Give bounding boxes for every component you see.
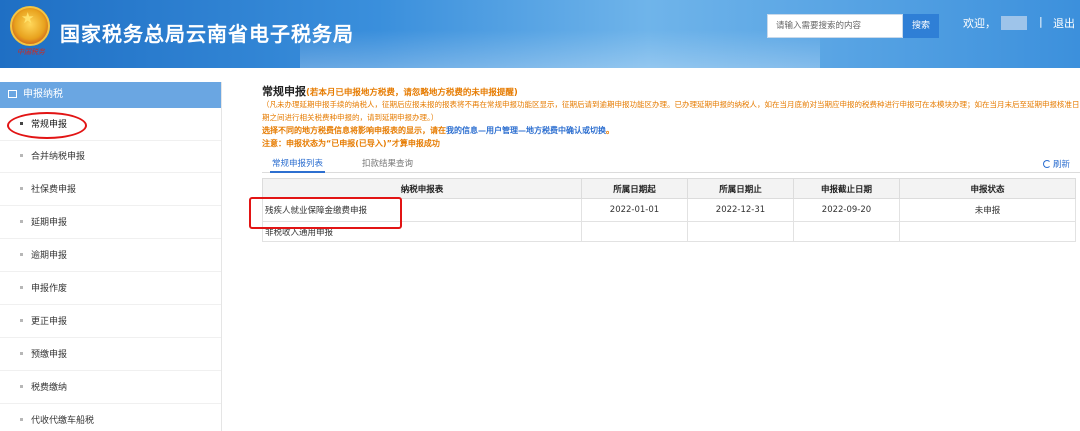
tab-regular-filing-list[interactable]: 常规申报列表 [270,155,326,173]
local-tax-notice-end: 。 [606,126,614,135]
refresh-icon [1043,160,1051,168]
sidebar-item-label: 逾期申报 [31,251,68,261]
sidebar-item-label: 税费缴纳 [31,383,68,393]
sidebar-item-void-filing[interactable]: 申报作废 [0,273,221,305]
sidebar-item-prepayment-filing[interactable]: 预缴申报 [0,339,221,371]
sidebar-item-social-security[interactable]: 社保费申报 [0,174,221,206]
search-button[interactable]: 搜索 [903,14,939,38]
sidebar-item-label: 申报作废 [31,284,68,294]
bullet-icon [20,286,23,289]
search-input[interactable]: 请输入需要搜索的内容 [767,14,903,38]
local-tax-notice-text: 选择不同的地方税费信息将影响申报表的显示，请在 [262,126,446,135]
period-end-cell: 2022-12-31 [687,198,794,222]
page-title: 常规申报(若本月已申报地方税费，请忽略地方税费的未申报提醒) [262,83,518,99]
status-cell: 未申报 [899,198,1076,222]
annotation-rectangle [249,197,402,229]
sidebar-item-overdue-filing[interactable]: 逾期申报 [0,240,221,272]
site-title[interactable]: 国家税务总局云南省电子税务局 [60,18,354,47]
bullet-icon [20,418,23,421]
logout-link[interactable]: 退出 [1053,15,1075,31]
header-separator: | [1039,15,1043,28]
sidebar-item-combined-filing[interactable]: 合并纳税申报 [0,141,221,173]
user-management-link[interactable]: 我的信息—用户管理—地方税费中确认或切换 [446,126,606,135]
status-cell [899,221,1076,242]
bullet-icon [20,154,23,157]
sidebar-item-tax-payment[interactable]: 税费缴纳 [0,372,221,404]
sidebar-item-label: 社保费申报 [31,185,77,195]
sidebar-item-label: 合并纳税申报 [31,152,86,162]
bullet-icon [20,187,23,190]
header-skyline-decoration [300,30,820,68]
bullet-icon [20,385,23,388]
page-title-hint: (若本月已申报地方税费，请忽略地方税费的未申报提醒) [306,88,518,98]
username-redacted [1001,16,1027,30]
sidebar-section-label: 申报纳税 [23,89,63,100]
bullet-icon [20,253,23,256]
sidebar-section-header[interactable]: 申报纳税 [0,82,221,108]
tab-bar: 常规申报列表 扣款结果查询 [262,155,1080,173]
site-header: ★ 中国税务 国家税务总局云南省电子税务局 请输入需要搜索的内容 搜索 欢迎， … [0,0,1080,68]
period-end-cell [687,221,794,242]
refresh-button[interactable]: 刷新 [1043,158,1070,170]
table-header-row: 纳税申报表 所属日期起 所属日期止 申报截止日期 申报状态 [262,178,1076,199]
page-title-text: 常规申报 [262,85,306,98]
bullet-icon [20,319,23,322]
menu-square-icon [8,90,17,98]
column-header-period-start: 所属日期起 [581,178,688,199]
sidebar-item-label: 预缴申报 [31,350,68,360]
status-notice: 注意：申报状态为“已申报(已导入)”才算申报成功 [262,139,440,148]
column-header-period-end: 所属日期止 [687,178,794,199]
sidebar-item-deferred-filing[interactable]: 延期申报 [0,207,221,239]
annotation-ellipse [7,112,87,139]
deadline-cell: 2022-09-20 [793,198,900,222]
refresh-label: 刷新 [1053,160,1071,170]
emblem-ribbon-text: 中国税务 [17,48,45,56]
sidebar-item-label: 代收代缴车船税 [31,416,95,426]
period-start-cell [581,221,688,242]
period-start-cell: 2022-01-01 [581,198,688,222]
sidebar-item-vehicle-tax[interactable]: 代收代缴车船税 [0,405,221,431]
emblem-star-icon: ★ [21,9,35,27]
welcome-text: 欢迎， [963,17,996,30]
sidebar-item-correction-filing[interactable]: 更正申报 [0,306,221,338]
column-header-return: 纳税申报表 [262,178,582,199]
bullet-icon [20,352,23,355]
deadline-cell [793,221,900,242]
column-header-status: 申报状态 [899,178,1076,199]
column-header-deadline: 申报截止日期 [793,178,900,199]
sidebar-item-label: 更正申报 [31,317,68,327]
bullet-icon [20,220,23,223]
tab-deduction-result-query[interactable]: 扣款结果查询 [362,155,413,173]
local-tax-notice: 选择不同的地方税费信息将影响申报表的显示，请在我的信息—用户管理—地方税费中确认… [262,125,614,136]
filing-notice: （凡未办理延期申报手续的纳税人，征期后应报未报的报表将不再在常规申报功能区显示，… [262,100,1080,122]
sidebar-item-label: 延期申报 [31,218,68,228]
